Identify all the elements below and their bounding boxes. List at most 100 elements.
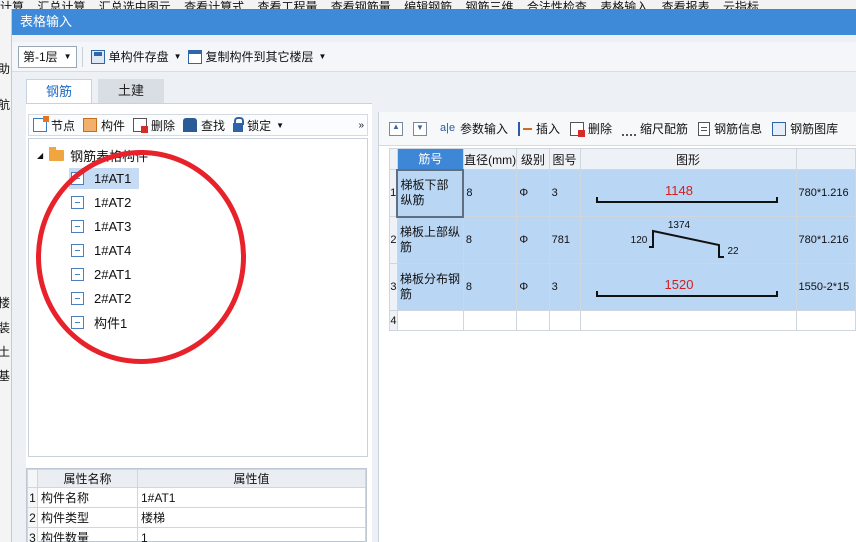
rebar-library-label: 钢筋图库 bbox=[790, 122, 839, 136]
bar-name-cell[interactable]: 梯板分布钢筋 bbox=[396, 263, 464, 311]
diameter-cell[interactable]: 8 bbox=[462, 263, 518, 311]
diameter-cell[interactable] bbox=[462, 310, 518, 331]
shape-no-cell[interactable]: 781 bbox=[548, 216, 581, 264]
component-tree: ◢ 钢筋表格构件 1#AT1 1#AT2 1#AT3 1#AT4 2#AT1 2… bbox=[28, 138, 368, 457]
property-value[interactable]: 楼梯 bbox=[137, 507, 366, 528]
folder-icon bbox=[49, 146, 65, 161]
shape-cell[interactable]: 1374 120 22 bbox=[579, 216, 797, 264]
rebar-library-button[interactable]: 钢筋图库 bbox=[769, 118, 841, 140]
component-toolbar: 节点 构件 删除 查找 锁定 ▼ » bbox=[28, 114, 368, 136]
lock-icon bbox=[233, 117, 245, 132]
row-number: 3 bbox=[27, 527, 38, 542]
col-header-grade[interactable]: 级别 bbox=[516, 148, 550, 170]
tree-item-1-at1[interactable]: 1#AT1 bbox=[69, 168, 140, 189]
col-header-formula[interactable] bbox=[795, 148, 856, 170]
component-node-icon bbox=[71, 292, 84, 305]
tab-civil[interactable]: 土建 bbox=[98, 79, 164, 103]
insert-label: 插入 bbox=[536, 122, 561, 136]
shape-no-cell[interactable] bbox=[548, 310, 581, 331]
diameter-cell[interactable]: 8 bbox=[462, 216, 518, 264]
shape-no-cell[interactable]: 3 bbox=[548, 263, 581, 311]
table-row[interactable]: 4 bbox=[389, 310, 856, 331]
grade-cell[interactable]: Φ bbox=[516, 263, 550, 311]
bg-menu-item: 云指标 bbox=[722, 0, 759, 9]
bar-name-cell[interactable] bbox=[396, 310, 464, 331]
delete-icon bbox=[570, 121, 586, 137]
rebar-info-button[interactable]: 钢筋信息 bbox=[695, 118, 765, 140]
formula-cell[interactable]: 780*1.216 bbox=[795, 216, 856, 264]
overflow-chevron-icon[interactable]: » bbox=[358, 120, 367, 131]
col-header-shape-no[interactable]: 图号 bbox=[548, 148, 581, 170]
table-row[interactable]: 3 梯板分布钢筋 8 Φ 3 1520 1550-2*15 bbox=[389, 263, 856, 311]
bg-menu-item: 钢筋三维 bbox=[465, 0, 514, 9]
formula-cell[interactable]: 780*1.216 bbox=[795, 169, 856, 217]
main-toolbar: 第-1层 ▼ 单构件存盘 ▼ 复制构件到其它楼层 ▼ bbox=[12, 42, 856, 72]
collapse-triangle-icon[interactable]: ◢ bbox=[37, 151, 43, 160]
property-value-header: 属性值 bbox=[137, 469, 366, 488]
tree-item-1-at3[interactable]: 1#AT3 bbox=[69, 216, 139, 237]
col-header-bar-no[interactable]: 筋号 bbox=[396, 148, 464, 170]
scale-config-button[interactable]: 缩尺配筋 bbox=[619, 118, 691, 140]
tree-item-label: 1#AT2 bbox=[94, 195, 132, 210]
bg-menu-item: 汇总选中图元 bbox=[98, 0, 171, 9]
formula-cell[interactable] bbox=[795, 310, 856, 331]
shape-cell[interactable]: 1148 bbox=[579, 169, 797, 217]
corner-cell bbox=[389, 148, 398, 170]
grade-cell[interactable]: Φ bbox=[516, 216, 550, 264]
move-down-icon[interactable] bbox=[413, 121, 427, 136]
bg-menu-item: 查看钢筋量 bbox=[330, 0, 391, 9]
tab-rebar[interactable]: 钢筋 bbox=[26, 79, 92, 103]
shape-cell[interactable] bbox=[579, 310, 797, 331]
shape-length-label: 1374 bbox=[667, 220, 690, 231]
delete-row-button[interactable]: 删除 bbox=[567, 118, 615, 140]
row-number: 1 bbox=[389, 169, 398, 217]
tree-item-2-at2[interactable]: 2#AT2 bbox=[69, 288, 139, 309]
rebar-table: 筋号 直径(mm) 级别 图号 图形 1 梯板下部纵筋 8 Φ 3 1148 7… bbox=[389, 148, 856, 331]
shape-cell[interactable]: 1520 bbox=[579, 263, 797, 311]
tree-item-1-at2[interactable]: 1#AT2 bbox=[69, 192, 139, 213]
grade-cell[interactable] bbox=[516, 310, 550, 331]
table-row[interactable]: 2 梯板上部纵筋 8 Φ 781 1374 120 22 780*1.216 bbox=[389, 216, 856, 264]
table-row[interactable]: 1 梯板下部纵筋 8 Φ 3 1148 780*1.216 bbox=[389, 168, 856, 218]
table-header-row: 筋号 直径(mm) 级别 图号 图形 bbox=[389, 148, 856, 170]
insert-button[interactable]: 插入 bbox=[515, 118, 563, 140]
formula-cell[interactable]: 1550-2*15 bbox=[795, 263, 856, 311]
diameter-cell[interactable]: 8 bbox=[462, 169, 518, 217]
add-node-button[interactable]: 节点 bbox=[29, 114, 79, 136]
property-row: 3 构件数量 1 bbox=[27, 527, 366, 542]
shape-no-cell[interactable]: 3 bbox=[548, 169, 581, 217]
bar-name-cell[interactable]: 梯板下部纵筋 bbox=[396, 168, 465, 218]
move-up-icon[interactable] bbox=[389, 121, 403, 136]
add-component-button[interactable]: 构件 bbox=[79, 114, 129, 136]
property-corner-cell bbox=[27, 469, 38, 488]
property-row: 1 构件名称 1#AT1 bbox=[27, 487, 366, 508]
property-value[interactable]: 1 bbox=[137, 527, 366, 542]
save-component-button[interactable]: 单构件存盘 ▼ bbox=[88, 46, 185, 68]
shape-length-label: 1148 bbox=[665, 183, 693, 198]
lock-button[interactable]: 锁定 ▼ bbox=[229, 114, 288, 136]
find-button[interactable]: 查找 bbox=[179, 114, 229, 136]
bg-left-fragment: 助 bbox=[0, 60, 10, 77]
row-number: 2 bbox=[389, 216, 398, 264]
tree-item-2-at1[interactable]: 2#AT1 bbox=[69, 264, 139, 285]
rebar-toolbar: 参数输入 插入 删除 缩尺配筋 钢筋信息 钢筋图库 bbox=[379, 112, 856, 146]
bar-name-cell[interactable]: 梯板上部纵筋 bbox=[396, 216, 464, 264]
property-row: 2 构件类型 楼梯 bbox=[27, 507, 366, 528]
tree-root[interactable]: ◢ 钢筋表格构件 bbox=[37, 145, 148, 165]
tree-item-component-1[interactable]: 构件1 bbox=[69, 312, 135, 333]
property-name: 构件名称 bbox=[37, 487, 138, 508]
scale-config-label: 缩尺配筋 bbox=[640, 122, 689, 136]
property-value[interactable]: 1#AT1 bbox=[137, 487, 366, 508]
col-header-diameter[interactable]: 直径(mm) bbox=[462, 148, 518, 170]
row-number: 1 bbox=[27, 487, 38, 508]
param-input-button[interactable]: 参数输入 bbox=[437, 118, 511, 140]
bg-menu-item: 表格输入 bbox=[600, 0, 649, 9]
floor-select[interactable]: 第-1层 ▼ bbox=[18, 45, 77, 68]
col-header-shape[interactable]: 图形 bbox=[579, 148, 797, 170]
bg-menu-item: 计算 bbox=[0, 0, 25, 9]
tree-item-1-at4[interactable]: 1#AT4 bbox=[69, 240, 139, 261]
copy-component-button[interactable]: 复制构件到其它楼层 ▼ bbox=[185, 46, 330, 68]
tree-item-label: 1#AT1 bbox=[94, 171, 132, 186]
grade-cell[interactable]: Φ bbox=[516, 169, 550, 217]
delete-component-button[interactable]: 删除 bbox=[129, 114, 179, 136]
